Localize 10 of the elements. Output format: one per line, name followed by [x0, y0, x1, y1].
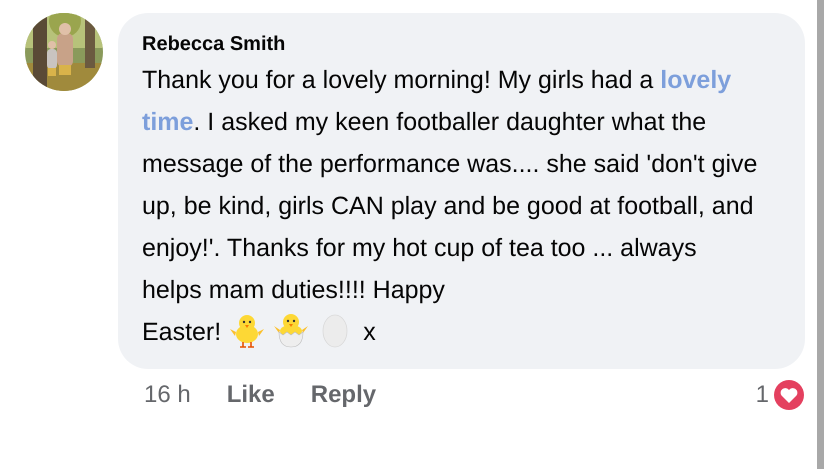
timestamp: 16 h — [144, 381, 191, 409]
author-name[interactable]: Rebecca Smith — [142, 33, 286, 55]
hatching-chick-icon — [273, 312, 310, 348]
kiss-text: x — [363, 318, 376, 346]
reaction-count[interactable]: 1 — [756, 381, 769, 409]
chick-icon — [229, 312, 266, 348]
action-link[interactable]: Like — [226, 381, 275, 409]
scrollbar[interactable] — [817, 0, 824, 469]
comment-text-end: Easter! — [142, 318, 222, 346]
action-link[interactable]: Reply — [310, 381, 376, 409]
